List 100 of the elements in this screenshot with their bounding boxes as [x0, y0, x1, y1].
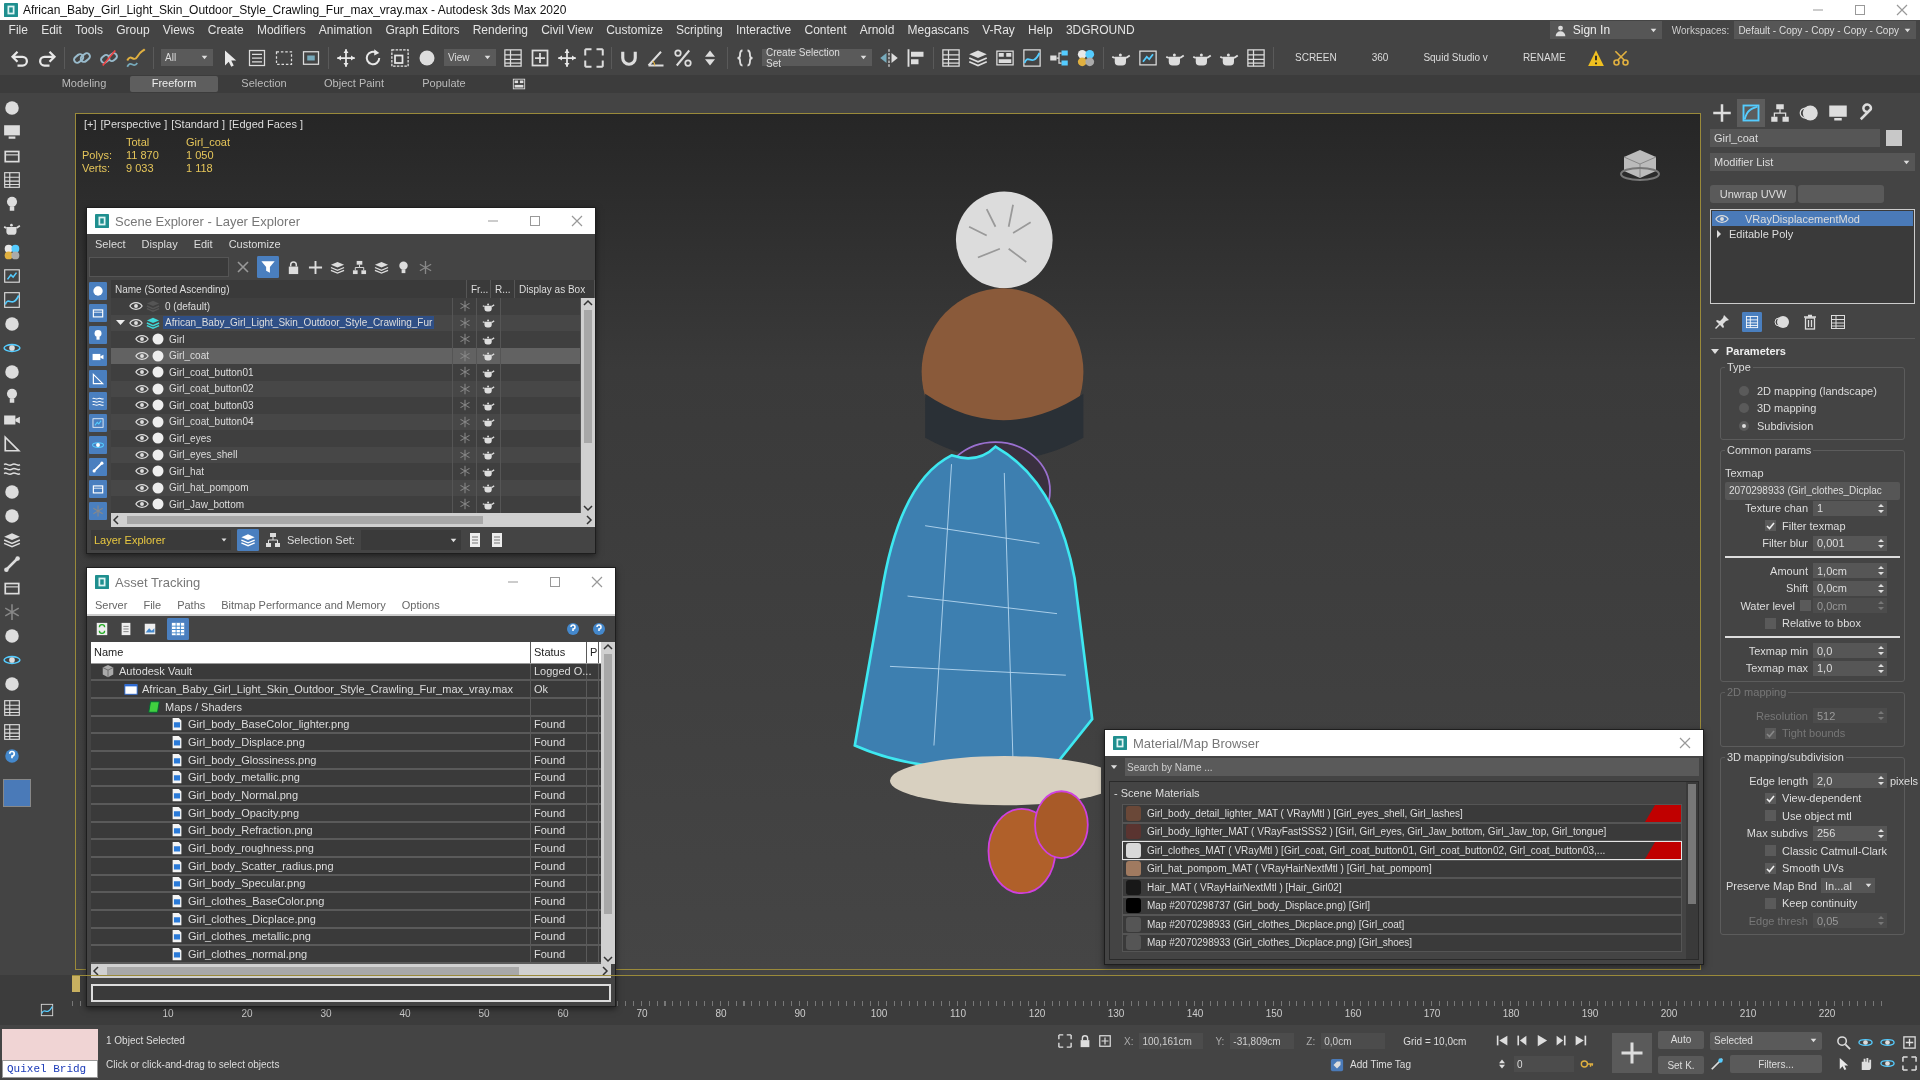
waves-icon[interactable]	[89, 392, 107, 410]
viewport-label[interactable]: [Standard ]	[171, 118, 225, 130]
menu-item[interactable]: Scripting	[669, 23, 730, 37]
sphere-icon[interactable]	[3, 99, 21, 117]
coordinate-field[interactable]: 100,161cm	[1139, 1033, 1204, 1050]
scroll-down-icon[interactable]	[602, 954, 614, 964]
broken-link-icon[interactable]	[99, 47, 119, 68]
menu-item[interactable]: Tools	[68, 23, 110, 37]
menu-item[interactable]: Create	[201, 23, 251, 37]
help-icon[interactable]	[3, 747, 21, 765]
time-slider-handle[interactable]	[72, 976, 80, 992]
toolbar-button[interactable]: RENAME	[1522, 52, 1566, 63]
table-icon[interactable]	[1246, 47, 1266, 68]
menu-item[interactable]: Group	[109, 23, 157, 37]
menu-item[interactable]: Edit	[34, 23, 69, 37]
menu-item[interactable]: Megascans	[900, 23, 976, 37]
menu-item[interactable]: Arnold	[853, 23, 901, 37]
material-row[interactable]: Map #2070298933 (Girl_clothes_Dicplace.png) [Girl_coat]	[1122, 915, 1682, 934]
snowflake-icon[interactable]	[458, 300, 471, 313]
mirror-icon[interactable]	[879, 47, 899, 68]
set-key-button[interactable]	[1612, 1032, 1652, 1073]
plus-icon[interactable]	[308, 259, 323, 275]
sphere-icon[interactable]	[3, 315, 21, 333]
horizontal-scrollbar[interactable]	[91, 964, 611, 978]
snowflake-icon[interactable]	[458, 333, 471, 346]
spinner-arrows-icon[interactable]	[1877, 827, 1885, 839]
menu-item[interactable]: Civil View	[534, 23, 600, 37]
close-icon[interactable]	[571, 215, 583, 227]
render-frame-icon[interactable]	[1138, 47, 1158, 68]
column-header[interactable]: Name	[91, 642, 531, 663]
material-row[interactable]: Hair_MAT ( VRayHairNextMtl ) [Hair_Girl02]	[1122, 878, 1682, 897]
table-icon[interactable]	[3, 699, 21, 717]
previous-frame-icon[interactable]	[1515, 1034, 1528, 1047]
plus-icon[interactable]	[1712, 103, 1732, 123]
material-spheres-icon[interactable]	[1076, 47, 1096, 68]
quixel-bridge-button[interactable]: Quixel Bridg	[2, 1060, 98, 1078]
snowflake-icon[interactable]	[418, 259, 433, 275]
close-icon[interactable]	[591, 576, 603, 588]
maximize-icon[interactable]	[549, 576, 561, 588]
close-icon[interactable]	[1896, 4, 1908, 16]
menu-item[interactable]: V-Ray	[975, 23, 1022, 37]
menu-item[interactable]: Animation	[312, 23, 379, 37]
menu-item[interactable]: Rendering	[466, 23, 535, 37]
scissors-icon[interactable]	[1611, 48, 1630, 67]
hierarchy-icon[interactable]	[265, 532, 281, 548]
magnifier-icon[interactable]	[1836, 1034, 1851, 1050]
group-header[interactable]: - Scene Materials	[1114, 782, 1682, 804]
layers-icon[interactable]	[330, 259, 345, 275]
bone-icon[interactable]	[3, 555, 21, 573]
skip-end-icon[interactable]	[1574, 1034, 1587, 1047]
curve-graph-icon[interactable]	[3, 291, 21, 309]
maximize-viewport-icon[interactable]	[584, 47, 604, 68]
scroll-down-icon[interactable]	[582, 503, 594, 513]
menu-item[interactable]: Server	[87, 599, 136, 611]
vertical-scrollbar[interactable]	[601, 642, 615, 964]
ribbon-tab[interactable]: Object Paint	[310, 76, 398, 92]
trash-icon[interactable]	[1802, 314, 1818, 330]
motion-circle-icon[interactable]	[1774, 314, 1790, 330]
expand-toggle-icon[interactable]	[1715, 228, 1723, 239]
search-field[interactable]: Search by Name ...	[1125, 758, 1699, 776]
maximize-viewport-icon[interactable]	[1902, 1055, 1917, 1071]
table-icon[interactable]	[941, 47, 961, 68]
value-field[interactable]: 1	[1813, 500, 1887, 516]
rotate-icon[interactable]	[363, 47, 383, 68]
ribbon-tab[interactable]: Freeform	[130, 76, 218, 92]
layers-icon[interactable]	[237, 529, 259, 551]
camera-icon[interactable]	[89, 348, 107, 366]
skip-start-icon[interactable]	[1496, 1034, 1509, 1047]
selection-filter-dropdown[interactable]: All	[161, 49, 213, 66]
path-field[interactable]	[91, 984, 611, 1002]
auto-key-button[interactable]: Auto	[1658, 1030, 1704, 1049]
maximize-icon[interactable]	[1854, 4, 1866, 16]
ribbon-tab[interactable]: Populate	[400, 76, 488, 92]
tree-row[interactable]: Girl	[111, 331, 581, 348]
menu-item[interactable]: Bitmap Performance and Memory	[213, 599, 394, 611]
vertical-scrollbar[interactable]	[1686, 782, 1698, 959]
crosshair-box-icon[interactable]	[1098, 1034, 1112, 1049]
scroll-up-icon[interactable]	[602, 642, 614, 652]
help-icon[interactable]	[565, 621, 581, 637]
stack-item[interactable]: Editable Poly	[1712, 226, 1913, 241]
menu-item[interactable]: Views	[156, 23, 202, 37]
monitor-icon[interactable]	[1828, 103, 1848, 123]
time-tag-icon[interactable]	[1330, 1057, 1344, 1072]
crosshair-box-icon[interactable]	[1902, 1034, 1917, 1050]
picture-icon[interactable]	[143, 622, 157, 636]
maximize-icon[interactable]	[529, 215, 541, 227]
table-icon[interactable]	[1830, 314, 1846, 330]
menu-item[interactable]: Help	[1021, 23, 1060, 37]
menu-item[interactable]: Customize	[220, 238, 289, 250]
sphere-icon[interactable]	[3, 363, 21, 381]
material-row[interactable]: Girl_clothes_MAT ( VRayMtl ) [Girl_coat, Girl_coat_button01, Girl_coat_button02, Girl_coat_button03,...	[1122, 841, 1682, 860]
table-icon[interactable]	[3, 171, 21, 189]
set-key-mode-button[interactable]: Set K.	[1658, 1056, 1704, 1075]
light-bulb-icon[interactable]	[396, 259, 411, 275]
render-frame-icon[interactable]	[3, 267, 21, 285]
scale-icon[interactable]	[390, 47, 410, 68]
filters-button[interactable]: Filters...	[1730, 1055, 1822, 1074]
key-icon[interactable]	[1580, 1057, 1594, 1071]
menu-item[interactable]: Options	[393, 599, 448, 611]
lock-icon[interactable]	[1078, 1034, 1092, 1049]
